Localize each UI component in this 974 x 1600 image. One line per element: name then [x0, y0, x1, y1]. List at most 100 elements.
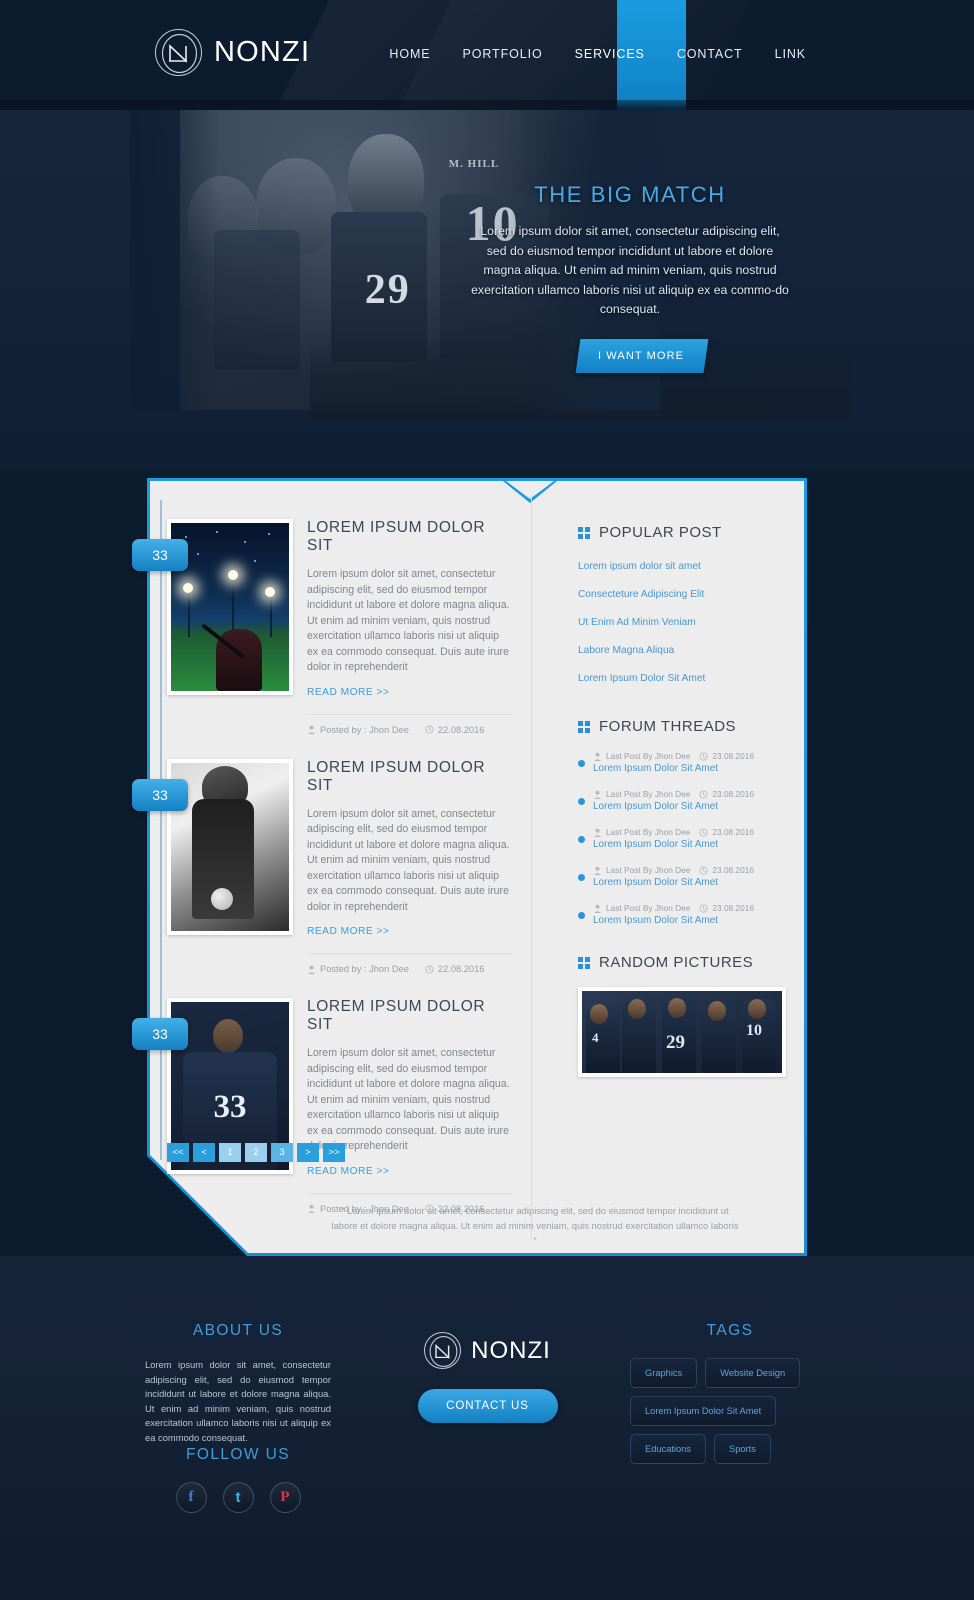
- popular-post-link[interactable]: Lorem Ipsum Dolor Sit Amet: [578, 669, 778, 688]
- popular-post-link[interactable]: Lorem ipsum dolor sit amet: [578, 557, 778, 576]
- footer-tags: TAGS Graphics Website Design Lorem Ipsum…: [630, 1322, 830, 1464]
- read-more-link[interactable]: READ MORE >>: [307, 926, 389, 937]
- hero-jersey-name: M. HILL: [448, 158, 500, 170]
- pagination-prev[interactable]: <: [193, 1143, 215, 1162]
- i-want-more-button[interactable]: I WANT MORE: [575, 339, 709, 373]
- popular-post-link[interactable]: Consecteture Adipiscing Elit: [578, 585, 778, 604]
- nav-item-services[interactable]: SERVICES: [559, 47, 661, 61]
- popular-post-link[interactable]: Ut Enim Ad Minim Veniam: [578, 613, 778, 632]
- random-pictures-heading-label: RANDOM PICTURES: [599, 954, 754, 971]
- post-author-label: Posted by : Jhon Dee: [320, 724, 409, 735]
- bullet-icon: [578, 874, 585, 881]
- brand-logo[interactable]: NONZI: [155, 29, 310, 76]
- thread-date: 23.08.2016: [712, 865, 754, 875]
- post-date: 22.08.2016: [425, 725, 484, 735]
- i-want-more-label: I WANT MORE: [598, 350, 685, 362]
- thread-date: 23.08.2016: [712, 903, 754, 913]
- card-left-rail: [160, 500, 162, 1160]
- user-icon: [593, 904, 602, 913]
- thread-title-link[interactable]: Lorem Ipsum Dolor Sit Amet: [593, 839, 754, 850]
- user-icon: [307, 1204, 316, 1213]
- forum-threads-heading-label: FORUM THREADS: [599, 718, 737, 735]
- follow-us-heading: FOLLOW US: [186, 1446, 290, 1463]
- popular-post-link[interactable]: Labore Magna Aliqua: [578, 641, 778, 660]
- tag-list: Graphics Website Design Lorem Ipsum Dolo…: [630, 1358, 830, 1464]
- thread-meta: Last Post By Jhon Dee 23.08.2016: [593, 827, 754, 837]
- contact-us-button[interactable]: CONTACT US: [417, 1389, 558, 1423]
- sidebar: POPULAR POST Lorem ipsum dolor sit amet …: [578, 524, 786, 1077]
- clock-icon: [699, 865, 708, 875]
- popular-post-list: Lorem ipsum dolor sit amet Consecteture …: [578, 557, 778, 688]
- popular-post-heading-label: POPULAR POST: [599, 524, 722, 541]
- tag-graphics[interactable]: Graphics: [630, 1358, 698, 1388]
- brand-name: NONZI: [214, 36, 311, 68]
- grid-icon: [578, 526, 590, 539]
- user-icon: [593, 790, 602, 799]
- random-pictures-heading: RANDOM PICTURES: [578, 954, 778, 971]
- nonzi-monogram-icon: [424, 1332, 462, 1369]
- user-icon: [307, 965, 316, 974]
- thread-author: Last Post By Jhon Dee: [606, 789, 691, 799]
- thread-title-link[interactable]: Lorem Ipsum Dolor Sit Amet: [593, 915, 754, 926]
- thread-title-link[interactable]: Lorem Ipsum Dolor Sit Amet: [593, 763, 754, 774]
- list-item: Consecteture Adipiscing Elit: [578, 585, 778, 604]
- footer-brand-name: NONZI: [471, 1336, 551, 1364]
- blog-post-item: 33 LOREM IPSUM DOLOR SIT Lorem ipsum dol…: [132, 758, 512, 974]
- footer-brand[interactable]: NONZI: [395, 1332, 580, 1369]
- pagination-page-1[interactable]: 1: [219, 1143, 241, 1162]
- thread-title-link[interactable]: Lorem Ipsum Dolor Sit Amet: [593, 801, 754, 812]
- pagination-last[interactable]: >>: [323, 1143, 345, 1162]
- pagination-page-3[interactable]: 3: [271, 1143, 293, 1162]
- nav-item-home[interactable]: HOME: [373, 47, 446, 61]
- post-comment-badge[interactable]: 33: [132, 778, 188, 811]
- post-title[interactable]: LOREM IPSUM DOLOR SIT: [307, 519, 512, 555]
- post-author: Posted by : Jhon Dee: [307, 964, 409, 974]
- user-icon: [593, 752, 602, 761]
- footer-about: ABOUT US Lorem ipsum dolor sit amet, con…: [145, 1322, 331, 1446]
- bullet-icon: [578, 836, 585, 843]
- post-title[interactable]: LOREM IPSUM DOLOR SIT: [307, 759, 512, 795]
- random-picture-thumbnail[interactable]: 4 29 10: [578, 987, 786, 1077]
- thread-meta: Last Post By Jhon Dee 23.08.2016: [593, 751, 754, 761]
- post-comment-badge[interactable]: 33: [132, 1018, 188, 1050]
- nonzi-monogram-icon: [155, 29, 202, 76]
- site-footer: ABOUT US Lorem ipsum dolor sit amet, con…: [0, 1256, 974, 1600]
- pagination-first[interactable]: <<: [167, 1143, 189, 1162]
- post-excerpt: Lorem ipsum dolor sit amet, consectetur …: [307, 1047, 510, 1152]
- tag-website-design[interactable]: Website Design: [705, 1358, 801, 1388]
- hero-fade-left: [130, 110, 220, 410]
- list-item: Last Post By Jhon Dee 23.08.2016 Lorem I…: [578, 865, 778, 888]
- bullet-icon: [578, 798, 585, 805]
- tag-sports[interactable]: Sports: [714, 1434, 771, 1464]
- pinterest-icon[interactable]: P: [269, 1482, 301, 1513]
- user-icon: [593, 828, 602, 837]
- facebook-icon[interactable]: f: [175, 1482, 207, 1513]
- clock-icon: [425, 964, 434, 974]
- pagination-page-2[interactable]: 2: [245, 1143, 267, 1162]
- rp-jersey-10: 10: [746, 1022, 762, 1040]
- pagination-next[interactable]: >: [297, 1143, 319, 1162]
- about-us-heading: ABOUT US: [192, 1322, 284, 1339]
- bullet-icon: [578, 912, 585, 919]
- list-item: Ut Enim Ad Minim Veniam: [578, 613, 778, 632]
- thread-date: 23.08.2016: [712, 827, 754, 837]
- read-more-link[interactable]: READ MORE >>: [307, 687, 389, 698]
- nav-item-contact[interactable]: CONTACT: [661, 47, 759, 61]
- card-footer-quote: “ Lorem ipsum dolor sit amet, consectetu…: [331, 1205, 739, 1246]
- post-meta: Posted by : Jhon Dee 22.08.2016: [307, 953, 512, 974]
- nav-item-link[interactable]: LINK: [759, 47, 822, 61]
- twitter-icon[interactable]: t: [222, 1482, 254, 1513]
- thread-meta: Last Post By Jhon Dee 23.08.2016: [593, 865, 754, 875]
- twitter-glyph: t: [235, 1489, 241, 1506]
- post-comment-badge[interactable]: 33: [132, 539, 188, 571]
- hero-cta-wrapper: I WANT MORE: [575, 339, 709, 373]
- tag-educations[interactable]: Educations: [630, 1434, 706, 1464]
- read-more-link[interactable]: READ MORE >>: [307, 1166, 389, 1177]
- clock-icon: [699, 789, 708, 799]
- post-title[interactable]: LOREM IPSUM DOLOR SIT: [307, 998, 512, 1034]
- thread-title-link[interactable]: Lorem Ipsum Dolor Sit Amet: [593, 877, 754, 888]
- tag-lorem-ipsum[interactable]: Lorem Ipsum Dolor Sit Amet: [630, 1396, 777, 1426]
- tags-heading: TAGS: [706, 1322, 754, 1339]
- list-item: Last Post By Jhon Dee 23.08.2016 Lorem I…: [578, 903, 778, 926]
- nav-item-portfolio[interactable]: PORTFOLIO: [447, 47, 559, 61]
